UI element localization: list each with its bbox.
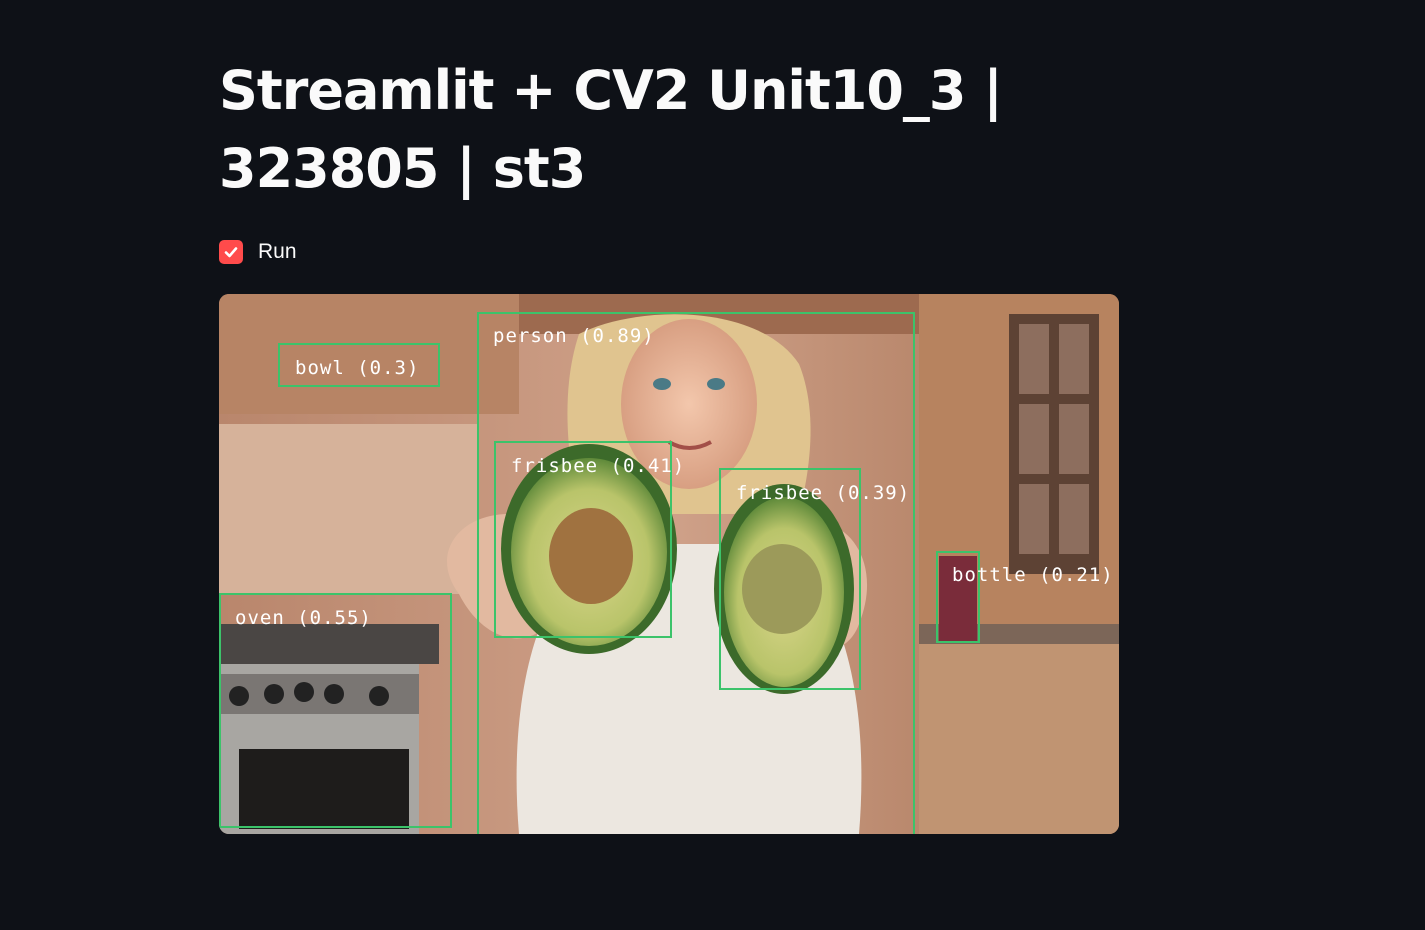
run-checkbox-label: Run (258, 240, 297, 263)
stove-grates (219, 624, 439, 664)
avocado-left-pit (549, 508, 633, 604)
checkbox-checked-icon[interactable] (219, 240, 243, 264)
video-frame: person (0.89) bowl (0.3) frisbee (0.41) … (219, 294, 1119, 834)
oven-control-panel (219, 674, 419, 714)
detection-label-frisbee-2: frisbee (0.39) (736, 482, 910, 504)
detection-label-bottle: bottle (0.21) (952, 564, 1114, 586)
page-title: Streamlit + CV2 Unit10_3 | 323805 | st3 (219, 59, 1003, 200)
detection-label-frisbee-1: frisbee (0.41) (511, 455, 685, 477)
lower-cabinets (919, 634, 1119, 834)
avocado-right-pit-hole (742, 544, 822, 634)
oven-window (239, 749, 409, 829)
detection-label-oven: oven (0.55) (235, 607, 372, 629)
detection-label-bowl: bowl (0.3) (295, 357, 419, 379)
video-frame-image: person (0.89) bowl (0.3) frisbee (0.41) … (219, 294, 1119, 834)
run-checkbox[interactable]: Run (219, 238, 297, 266)
detection-label-person: person (0.89) (493, 325, 655, 347)
backsplash (219, 424, 479, 594)
range-hood (219, 294, 519, 414)
